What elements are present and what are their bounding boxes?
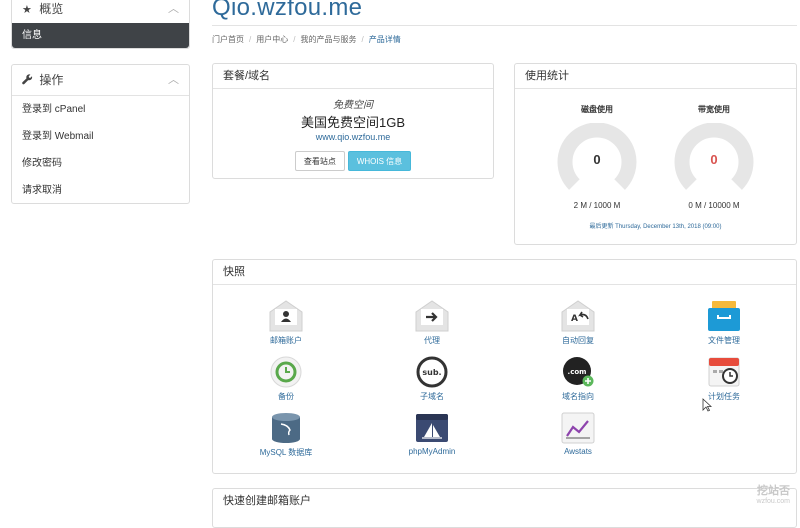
disk-usage-detail: 2 M / 1000 M — [573, 201, 621, 210]
watermark-domain: wzfou.com — [756, 498, 790, 505]
title-divider — [212, 25, 797, 26]
quick-shortcuts-panel: 快照 邮箱账户 代理 A 自动回复 文件管理 备份 sub. 子域名 .com … — [212, 259, 797, 474]
backup-icon — [270, 356, 302, 388]
shortcut-backup[interactable]: 备份 — [236, 356, 336, 402]
shortcut-label: 自动回复 — [562, 336, 594, 345]
shortcut-label: 文件管理 — [708, 336, 740, 345]
product-panel-heading: 套餐/域名 — [213, 64, 493, 89]
sidebar-actions-panel: 操作 ︿ 登录到 cPanel 登录到 Webmail 修改密码 请求取消 — [11, 64, 190, 204]
page-title: Qio.wzfou.me — [212, 0, 363, 21]
quick-shortcuts-heading: 快照 — [213, 260, 796, 285]
chevron-up-icon[interactable]: ︿ — [168, 65, 179, 95]
whois-button[interactable]: WHOIS 信息 — [347, 151, 412, 171]
watermark: 挖站否 wzfou.com — [757, 482, 790, 505]
breadcrumb-client-area[interactable]: 用户中心 — [256, 35, 288, 44]
product-panel: 套餐/域名 免费空间 美国免费空间1GB www.qio.wzfou.me 查看… — [212, 63, 494, 179]
sidebar-link-change-password[interactable]: 修改密码 — [12, 150, 189, 177]
shortcut-email-accounts[interactable]: 邮箱账户 — [236, 300, 336, 346]
disk-usage-label: 磁盘使用 — [581, 105, 613, 114]
bandwidth-percent: 0 — [710, 152, 718, 167]
breadcrumb-my-services[interactable]: 我的产品与服务 — [300, 35, 356, 44]
usage-last-updated: 最后更新 Thursday, December 13th, 2018 (09:0… — [589, 224, 722, 230]
star-icon: ★ — [22, 4, 32, 16]
sidebar-actions-header[interactable]: 操作 ︿ — [12, 65, 189, 96]
sidebar-overview-title: 概览 — [39, 2, 64, 16]
shortcut-cron-jobs[interactable]: 计划任务 — [674, 356, 774, 402]
usage-panel-heading: 使用统计 — [515, 64, 796, 89]
shortcut-label: 代理 — [424, 336, 440, 345]
chevron-up-icon[interactable]: ︿ — [168, 0, 179, 23]
shortcut-file-manager[interactable]: 文件管理 — [674, 300, 774, 346]
product-name: 美国免费空间1GB — [300, 115, 405, 130]
shortcut-awstats[interactable]: Awstats — [528, 412, 628, 456]
sidebar-link-cpanel-login[interactable]: 登录到 cPanel — [12, 96, 189, 123]
sidebar-link-webmail-login[interactable]: 登录到 Webmail — [12, 123, 189, 150]
autoresponder-icon: A — [561, 300, 595, 332]
visit-site-button[interactable]: 查看站点 — [294, 151, 345, 171]
breadcrumb: 门户首页 / 用户中心 / 我的产品与服务 / 产品详情 — [212, 35, 401, 44]
shortcut-addon-domains[interactable]: .com 域名指向 — [528, 356, 628, 402]
shortcut-label: 邮箱账户 — [270, 336, 302, 345]
mail-forwarder-icon — [415, 300, 449, 332]
watermark-brand: 挖站否 — [757, 485, 790, 497]
quick-create-email-heading: 快速创建邮箱账户 — [213, 489, 796, 513]
shortcut-label: 子域名 — [420, 392, 444, 401]
sidebar-item-info[interactable]: 信息 — [12, 23, 189, 48]
svg-text:sub.: sub. — [422, 368, 441, 377]
breadcrumb-home[interactable]: 门户首页 — [212, 35, 244, 44]
product-domain-link[interactable]: www.qio.wzfou.me — [213, 132, 493, 142]
subdomain-icon: sub. — [416, 356, 448, 388]
bandwidth-usage: 带宽使用 0 0 M / 10000 M — [664, 104, 764, 210]
sidebar-overview-header[interactable]: ★ 概览 ︿ — [12, 0, 189, 23]
shortcut-label: 计划任务 — [708, 392, 740, 401]
shortcut-autoresponders[interactable]: A 自动回复 — [528, 300, 628, 346]
shortcut-label: Awstats — [564, 447, 592, 456]
disk-percent: 0 — [593, 152, 601, 167]
addon-domain-icon: .com — [563, 357, 594, 387]
cron-jobs-icon — [708, 357, 740, 387]
awstats-icon — [561, 412, 595, 444]
shortcut-subdomains[interactable]: sub. 子域名 — [382, 356, 482, 402]
mysql-database-icon — [272, 413, 300, 443]
svg-text:.com: .com — [568, 368, 587, 376]
wrench-icon — [22, 73, 36, 87]
shortcut-label: MySQL 数据库 — [259, 448, 313, 457]
product-group: 免费空间 — [333, 100, 373, 111]
sidebar-actions-title: 操作 — [39, 73, 64, 87]
breadcrumb-current: 产品详情 — [368, 35, 401, 44]
file-manager-icon — [708, 301, 740, 331]
disk-usage: 磁盘使用 0 2 M / 1000 M — [547, 104, 647, 210]
shortcut-label: 备份 — [278, 392, 294, 401]
phpmyadmin-icon — [416, 414, 448, 442]
shortcut-label: phpMyAdmin — [408, 447, 456, 456]
shortcut-forwarders[interactable]: 代理 — [382, 300, 482, 346]
bandwidth-usage-label: 带宽使用 — [698, 105, 730, 114]
shortcut-phpmyadmin[interactable]: phpMyAdmin — [382, 412, 482, 456]
shortcut-mysql-databases[interactable]: MySQL 数据库 — [236, 412, 336, 458]
sidebar-overview-panel: ★ 概览 ︿ 信息 — [11, 0, 190, 49]
bandwidth-usage-detail: 0 M / 10000 M — [688, 201, 740, 210]
usage-panel: 使用统计 磁盘使用 0 2 M / 1000 M 带宽使用 0 0 M / 10… — [514, 63, 797, 245]
sidebar-link-request-cancel[interactable]: 请求取消 — [12, 177, 189, 204]
shortcut-label: 域名指向 — [562, 392, 594, 401]
svg-text:A: A — [571, 314, 578, 324]
quick-create-email-panel: 快速创建邮箱账户 — [212, 488, 797, 528]
mail-account-icon — [269, 300, 303, 332]
mouse-cursor-icon — [702, 398, 712, 412]
